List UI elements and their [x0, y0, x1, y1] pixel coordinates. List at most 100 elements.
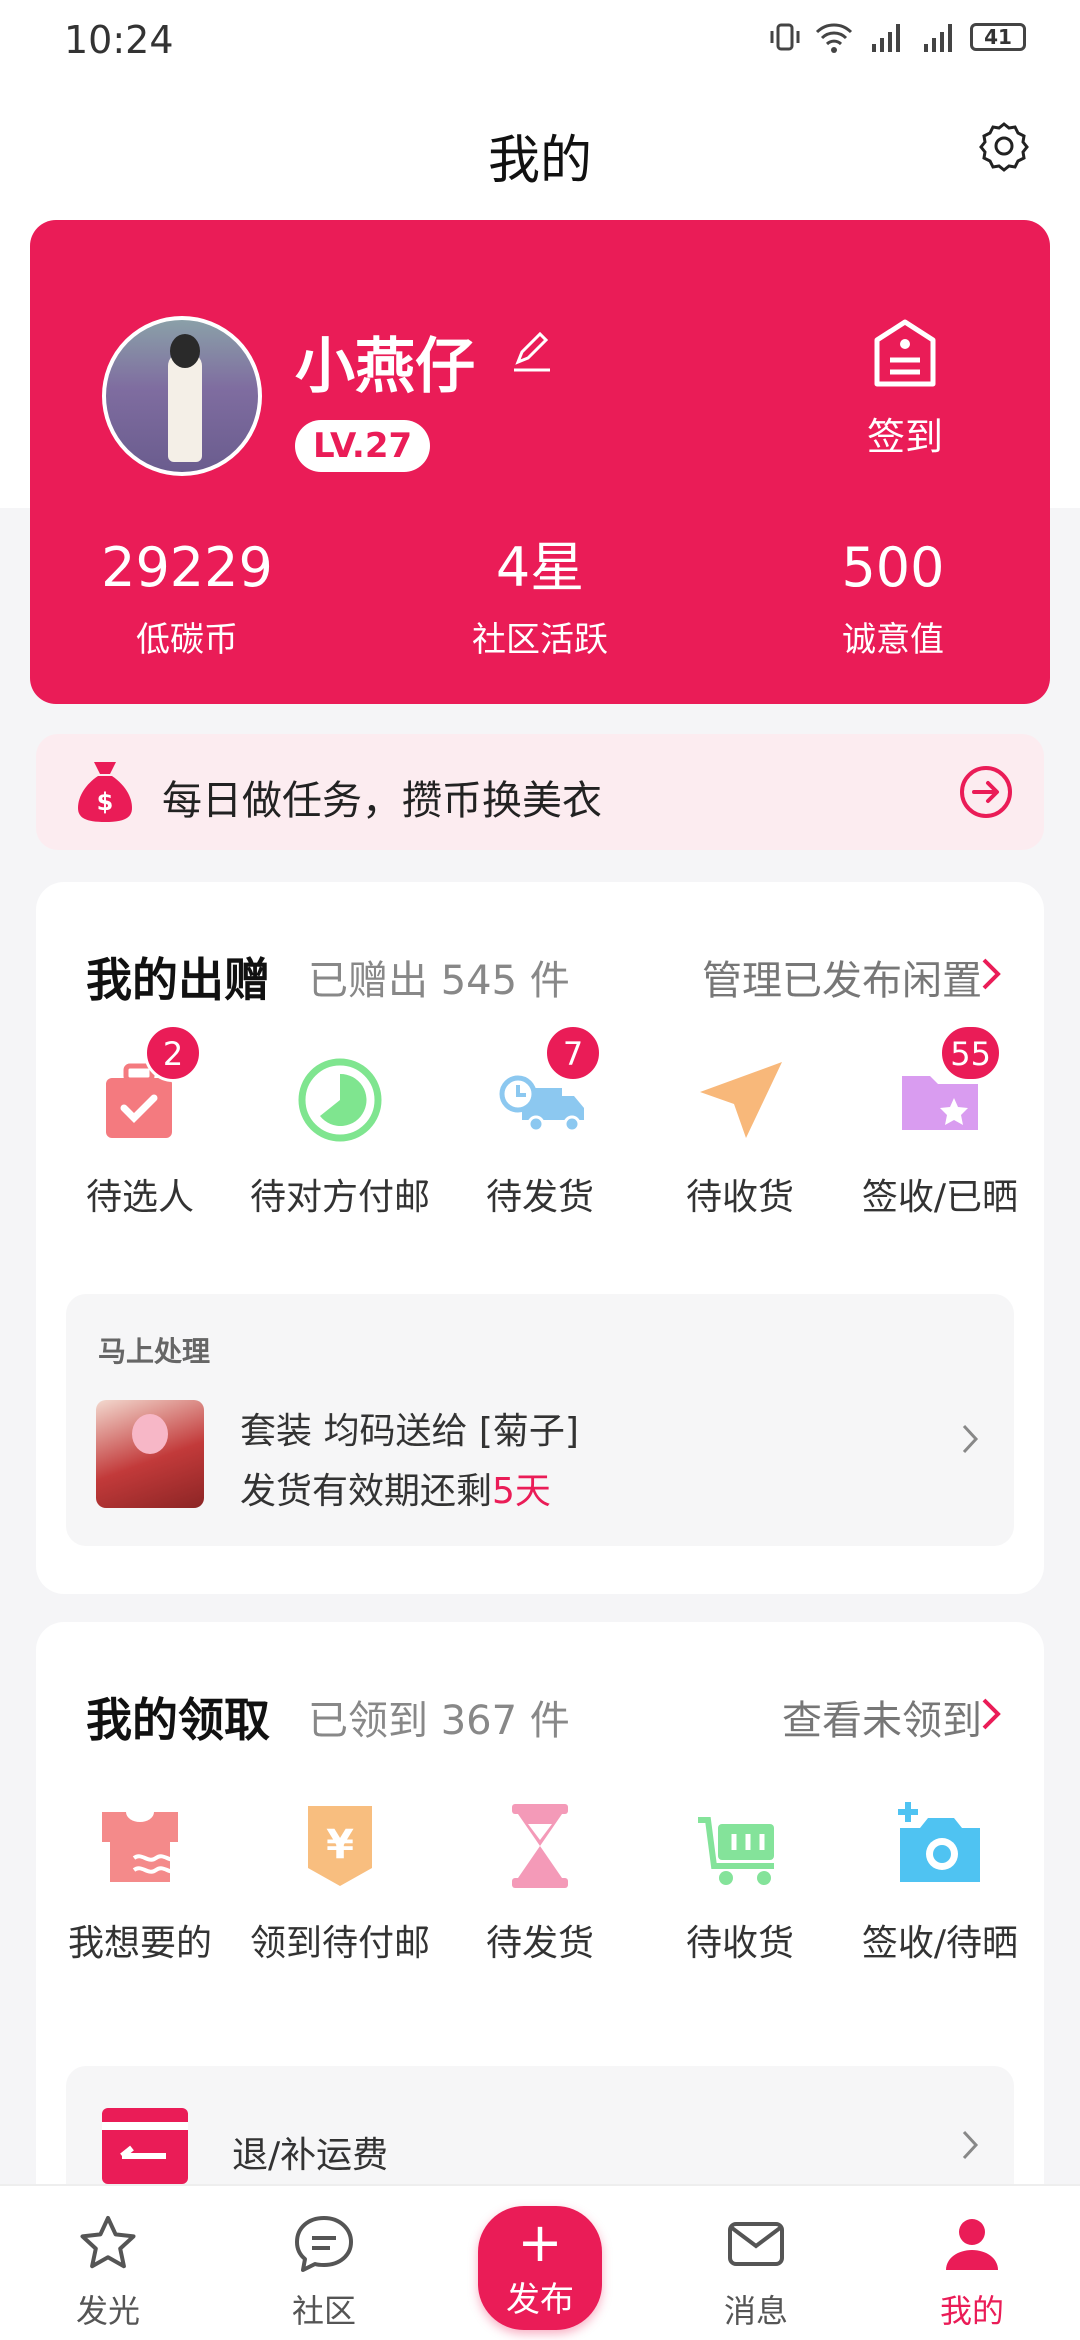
- svg-text:¥: ¥: [326, 1822, 354, 1868]
- avatar[interactable]: [102, 316, 262, 476]
- chevron-right-icon: [982, 1698, 1001, 1730]
- publish-button[interactable]: + 发布: [478, 2206, 602, 2330]
- nav-item-shine[interactable]: 发光: [28, 2186, 188, 2332]
- my-gifts-section: 我的出赠 已赠出 545 件 管理已发布闲置 2 待选人 待对方付邮 7 待发货…: [36, 882, 1044, 1594]
- chat-bubble-icon: [295, 2216, 353, 2272]
- star-icon: [80, 2216, 136, 2269]
- level-badge: LV.27: [295, 420, 431, 472]
- signin-button[interactable]: 签到: [850, 316, 960, 461]
- count-badge: 7: [544, 1024, 602, 1082]
- username: 小燕仔: [295, 332, 475, 402]
- money-bag-icon: $: [78, 762, 132, 822]
- nav-label: 我的: [939, 2292, 1004, 2330]
- tshirt-icon: [102, 1812, 180, 1882]
- status-await-receipt[interactable]: 待收货: [642, 1798, 838, 1966]
- status-label: 待发货: [485, 1177, 594, 1218]
- section-title: 我的领取: [86, 1693, 270, 1747]
- status-label: 我想要的: [67, 1923, 212, 1964]
- nav-label: 发光: [75, 2292, 140, 2330]
- my-received-section: 我的领取 已领到 367 件 查看未领到 我想要的 ¥ 领到待付邮 待发货 待收…: [36, 1622, 1044, 2222]
- publish-label: 发布: [506, 2280, 574, 2320]
- status-label: 待收货: [685, 1923, 794, 1964]
- arrow-right-circle-icon: [960, 766, 1012, 818]
- edit-pencil-icon[interactable]: [508, 326, 558, 376]
- stats-row: 29229 低碳币 4星 社区活跃 500 诚意值: [30, 538, 1050, 661]
- status-wanted[interactable]: 我想要的: [42, 1798, 238, 1966]
- item-deadline: 发货有效期还剩5天: [240, 1471, 551, 1512]
- nav-item-mine[interactable]: 我的: [892, 2186, 1052, 2332]
- plus-icon: +: [517, 2211, 563, 2274]
- bottom-nav: 发光 社区 + 发布 消息 我的: [0, 2184, 1080, 2340]
- pending-action-card[interactable]: 马上处理 套装 均码送给 [菊子] 发货有效期还剩5天: [66, 1294, 1014, 1546]
- status-time: 10:24: [64, 18, 174, 62]
- gift-status-row: 2 待选人 待对方付邮 7 待发货 待收货 55 签收/已晒: [36, 1024, 1044, 1220]
- stat-value: 500: [841, 536, 945, 599]
- refund-card-icon: [102, 2108, 188, 2184]
- chevron-right-icon: [982, 958, 1001, 990]
- status-label: 待发货: [485, 1923, 594, 1964]
- status-label: 待选人: [85, 1177, 194, 1218]
- gift-count: 已赠出 545 件: [308, 958, 570, 1004]
- chevron-right-icon: [962, 2130, 979, 2160]
- refund-label: 退/补运费: [232, 2135, 389, 2176]
- nav-label: 社区: [291, 2292, 356, 2330]
- yuan-tag-icon: ¥: [308, 1806, 372, 1886]
- status-pending-select[interactable]: 2 待选人: [42, 1024, 238, 1220]
- stat-label: 低碳币: [136, 620, 238, 660]
- svg-text:$: $: [97, 788, 114, 816]
- clock-circle-icon: [298, 1058, 382, 1142]
- vibrate-icon: [770, 23, 800, 51]
- status-label: 领到待付邮: [249, 1923, 430, 1964]
- days-remaining: 5天: [492, 1471, 551, 1512]
- manage-published-link[interactable]: 管理已发布闲置: [702, 948, 982, 1006]
- mail-icon: [728, 2222, 784, 2266]
- hourglass-icon: [512, 1804, 568, 1888]
- receive-status-row: 我想要的 ¥ 领到待付邮 待发货 待收货 签收/待晒: [36, 1798, 1044, 1966]
- count-badge: 55: [939, 1024, 1002, 1082]
- stat-coins[interactable]: 29229 低碳币: [82, 538, 292, 661]
- item-thumbnail: [96, 1400, 204, 1508]
- stat-sincerity[interactable]: 500 诚意值: [788, 538, 998, 661]
- status-to-ship[interactable]: 7 待发货: [442, 1024, 638, 1220]
- signin-tag-icon: [874, 319, 936, 387]
- signal-4g-icon-2: [924, 24, 952, 52]
- daily-task-banner[interactable]: $ 每日做任务，攒币换美衣: [36, 734, 1044, 850]
- user-icon: [946, 2219, 998, 2270]
- status-to-receive[interactable]: 待收货: [642, 1052, 838, 1220]
- stat-value: 29229: [101, 536, 273, 599]
- status-signed-to-share[interactable]: 签收/待晒: [842, 1798, 1038, 1966]
- stat-activity[interactable]: 4星 社区活跃: [435, 538, 645, 661]
- camera-plus-icon: [898, 1802, 980, 1882]
- page-title: 我的: [487, 131, 592, 191]
- status-bar: 10:24 41: [0, 0, 1080, 80]
- task-banner-text: 每日做任务，攒币换美衣: [162, 778, 602, 824]
- signal-4g-icon: [872, 24, 900, 52]
- cart-box-icon: [698, 1817, 774, 1885]
- stat-label: 诚意值: [842, 620, 944, 660]
- wifi-icon: [815, 23, 853, 53]
- status-label: 待对方付邮: [249, 1177, 430, 1218]
- status-await-shipping[interactable]: 待发货: [442, 1798, 638, 1966]
- stat-label: 社区活跃: [472, 620, 608, 660]
- status-signed-shared[interactable]: 55 签收/已晒: [842, 1024, 1038, 1220]
- paper-plane-icon: [700, 1062, 782, 1138]
- nav-item-community[interactable]: 社区: [244, 2186, 404, 2332]
- chevron-right-icon: [962, 1424, 979, 1454]
- count-badge: 2: [144, 1024, 202, 1082]
- nav-label: 消息: [723, 2292, 788, 2330]
- status-await-pay-postage[interactable]: ¥ 领到待付邮: [242, 1798, 438, 1966]
- item-title: 套装 均码送给 [菊子]: [240, 1411, 579, 1452]
- signin-label: 签到: [866, 415, 943, 459]
- status-label: 待收货: [685, 1177, 794, 1218]
- settings-gear-icon[interactable]: [976, 118, 1032, 174]
- status-label: 签收/待晒: [861, 1923, 1019, 1964]
- status-icons: 41: [768, 20, 1026, 54]
- profile-card: 小燕仔 LV.27 签到 29229 低碳币 4星 社区活跃 500 诚意值: [30, 220, 1050, 704]
- battery-icon: 41: [970, 23, 1026, 51]
- status-await-postage[interactable]: 待对方付邮: [242, 1052, 438, 1220]
- nav-item-messages[interactable]: 消息: [676, 2186, 836, 2332]
- status-label: 签收/已晒: [861, 1177, 1019, 1218]
- section-title: 我的出赠: [86, 953, 270, 1007]
- view-unreceived-link[interactable]: 查看未领到: [782, 1688, 982, 1746]
- pending-heading: 马上处理: [98, 1335, 211, 1368]
